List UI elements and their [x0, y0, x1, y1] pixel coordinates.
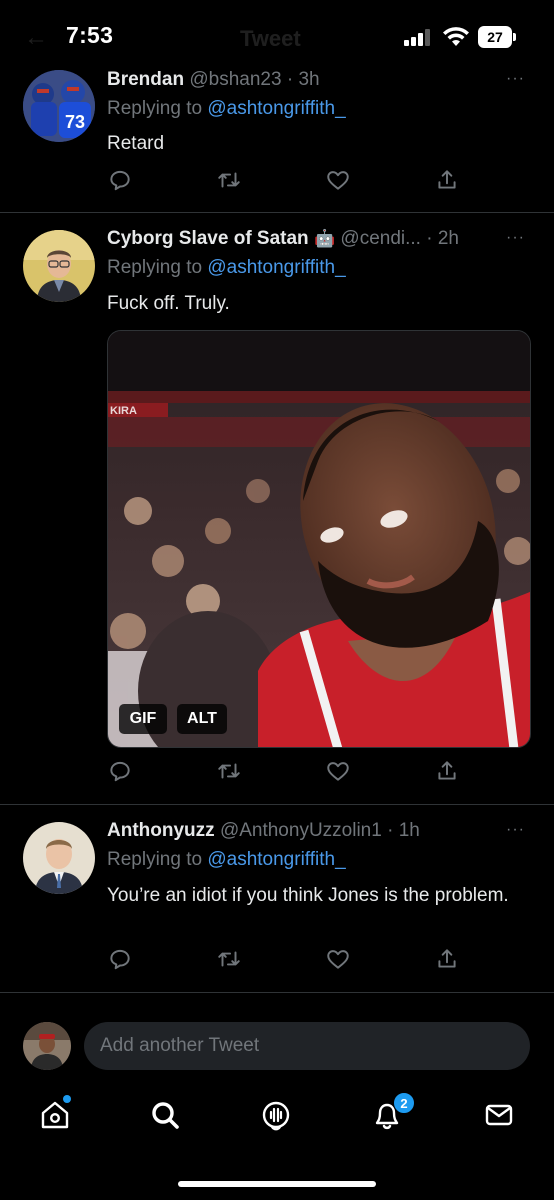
replying-label: Replying to [107, 849, 203, 870]
replying-to: Replying to @ashtongriffith_ [107, 98, 346, 120]
status-bar: ← Tweet 7:53 27 [0, 0, 554, 66]
current-user-avatar[interactable] [23, 1022, 71, 1070]
bottom-tab-bar: 2 [0, 1086, 554, 1166]
tweet-time: · 1h [387, 820, 420, 841]
display-name[interactable]: Anthonyuzz [107, 820, 215, 841]
gif-frame: KIRA [108, 331, 530, 747]
tweet-header: Anthonyuzz @AnthonyUzzolin1 · 1h [107, 820, 420, 842]
like-icon[interactable] [325, 167, 351, 193]
tweet-reply[interactable]: 73 Brendan @bshan23 · 3h ··· Replying to… [0, 66, 554, 213]
replying-to: Replying to @ashtongriffith_ [107, 257, 346, 279]
tweet-time: · 2h [426, 228, 459, 249]
gif-badge: GIF [119, 704, 167, 734]
status-time: 7:53 [66, 22, 114, 48]
retweet-icon[interactable] [216, 758, 242, 784]
share-icon[interactable] [434, 758, 460, 784]
cellular-signal-icon [404, 29, 434, 46]
more-options-icon[interactable]: ··· [506, 821, 525, 839]
tweet-time: · 3h [286, 69, 320, 90]
share-icon[interactable] [434, 167, 460, 193]
robot-emoji: 🤖 [313, 229, 336, 248]
display-name[interactable]: Brendan [107, 69, 184, 90]
tweet-actions [0, 167, 554, 197]
battery-level: 27 [478, 26, 512, 48]
tweet-reply[interactable]: Anthonyuzz @AnthonyUzzolin1 · 1h ··· Rep… [0, 805, 554, 993]
like-icon[interactable] [325, 946, 351, 972]
home-new-content-dot [63, 1095, 71, 1103]
tweet-text: Fuck off. Truly. [107, 293, 230, 314]
search-icon[interactable] [148, 1098, 182, 1132]
more-options-icon[interactable]: ··· [506, 70, 525, 88]
add-tweet-input[interactable]: Add another Tweet [84, 1022, 530, 1070]
spaces-icon[interactable] [259, 1098, 293, 1132]
share-icon[interactable] [434, 946, 460, 972]
tweet-actions [0, 758, 554, 788]
reply-icon[interactable] [107, 758, 133, 784]
svg-text:73: 73 [65, 112, 85, 132]
back-arrow-icon[interactable]: ← [24, 24, 48, 52]
home-indicator[interactable] [178, 1181, 376, 1187]
battery-icon: 27 [478, 26, 516, 48]
gif-media[interactable]: KIRA [107, 330, 531, 748]
reply-icon[interactable] [107, 167, 133, 193]
header-title: Tweet [240, 26, 301, 51]
tweet-header: Brendan @bshan23 · 3h [107, 69, 320, 91]
replying-to: Replying to @ashtongriffith_ [107, 849, 346, 871]
arena-sign: KIRA [110, 405, 137, 417]
avatar[interactable] [23, 230, 95, 302]
notification-count-badge: 2 [393, 1092, 415, 1114]
tweet-actions [0, 946, 554, 976]
user-handle[interactable]: @cendi... [340, 228, 421, 249]
tweet-text: Retard [107, 133, 165, 154]
avatar[interactable] [23, 822, 95, 894]
more-options-icon[interactable]: ··· [506, 229, 525, 247]
display-name[interactable]: Cyborg Slave of Satan [107, 228, 309, 249]
alt-text-button[interactable]: ALT [177, 704, 227, 734]
user-handle[interactable]: @AnthonyUzzolin1 [220, 820, 382, 841]
tweet-text: You’re an idiot if you think Jones is th… [107, 885, 509, 906]
tweet-header: Cyborg Slave of Satan 🤖 @cendi... · 2h [107, 228, 459, 250]
mention-link[interactable]: @ashtongriffith_ [207, 849, 345, 870]
retweet-icon[interactable] [216, 946, 242, 972]
user-handle[interactable]: @bshan23 [189, 69, 281, 90]
mention-link[interactable]: @ashtongriffith_ [207, 257, 345, 278]
replying-label: Replying to [107, 98, 203, 119]
wifi-icon [442, 26, 470, 48]
reply-composer: Add another Tweet [0, 1008, 554, 1080]
home-icon[interactable] [38, 1098, 72, 1132]
mention-link[interactable]: @ashtongriffith_ [207, 98, 345, 119]
like-icon[interactable] [325, 758, 351, 784]
avatar[interactable]: 73 [23, 70, 95, 142]
reply-icon[interactable] [107, 946, 133, 972]
messages-icon[interactable] [482, 1098, 516, 1132]
replying-label: Replying to [107, 257, 203, 278]
retweet-icon[interactable] [216, 167, 242, 193]
